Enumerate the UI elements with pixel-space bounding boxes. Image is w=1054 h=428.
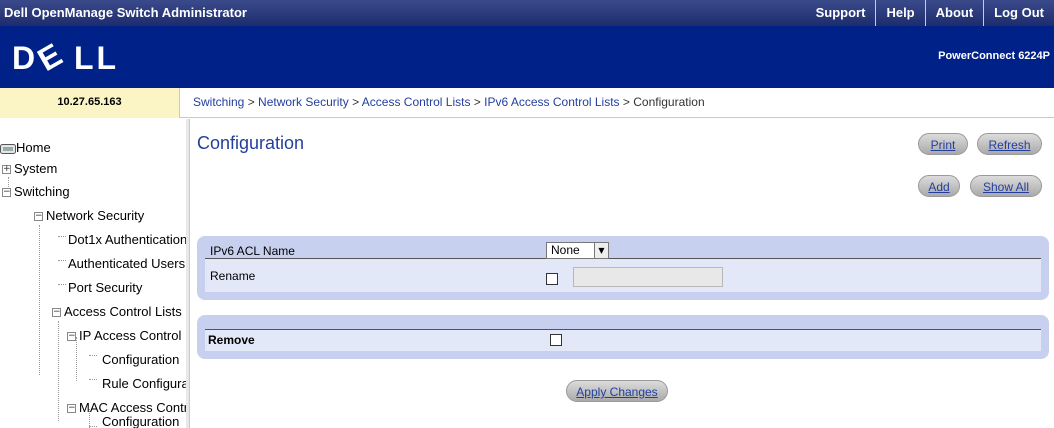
navigation-tree: Home + System − Switching − Network Securit… bbox=[0, 119, 190, 428]
device-model: PowerConnect 6224P bbox=[938, 50, 1050, 62]
breadcrumb: Switching > Network Security > Access Co… bbox=[193, 95, 705, 109]
acl-name-select[interactable]: None ▼ bbox=[546, 242, 609, 259]
nav-mac-acl-configuration-label: Configuration bbox=[102, 414, 180, 428]
help-link[interactable]: Help bbox=[875, 0, 924, 26]
remove-checkbox[interactable] bbox=[550, 334, 562, 346]
nav-switching-label: Switching bbox=[14, 184, 70, 199]
remove-body bbox=[205, 329, 1041, 351]
support-link[interactable]: Support bbox=[806, 0, 876, 26]
nav-ip-acl-configuration-label: Configuration bbox=[102, 352, 180, 367]
rename-input[interactable] bbox=[573, 267, 723, 287]
tree-connector bbox=[39, 225, 40, 375]
nav-port-security-label: Port Security bbox=[68, 280, 143, 295]
nav-ip-acl-label: IP Access Control Lists bbox=[79, 328, 189, 343]
nav-ip-acl-configuration[interactable]: Configuration bbox=[102, 350, 179, 370]
print-button[interactable]: Print bbox=[918, 133, 968, 155]
home-icon bbox=[0, 143, 16, 154]
nav-mac-acl-configuration[interactable]: Configuration bbox=[102, 412, 179, 428]
collapse-icon[interactable]: − bbox=[34, 212, 43, 222]
about-link[interactable]: About bbox=[924, 0, 984, 26]
tree-connector bbox=[89, 379, 97, 380]
nav-network-security[interactable]: − Network Security bbox=[34, 206, 144, 226]
nav-port-security[interactable]: Port Security bbox=[68, 278, 142, 298]
nav-authenticated-users-label: Authenticated Users bbox=[68, 256, 186, 271]
breadcrumb-separator: > bbox=[619, 95, 634, 109]
breadcrumb-ipv6-acl[interactable]: IPv6 Access Control Lists bbox=[484, 95, 619, 109]
top-bar: Dell OpenManage Switch Administrator Sup… bbox=[0, 0, 1054, 26]
tree-connector bbox=[58, 321, 59, 421]
remove-label: Remove bbox=[208, 333, 255, 347]
tree-connector bbox=[89, 355, 97, 356]
breadcrumb-current: Configuration bbox=[633, 95, 705, 109]
nav-authenticated-users[interactable]: Authenticated Users bbox=[68, 254, 185, 274]
nav-system[interactable]: + System bbox=[2, 159, 57, 179]
nav-acl-label: Access Control Lists bbox=[64, 304, 182, 319]
main-content: Configuration Print Refresh Add Show All… bbox=[190, 119, 1054, 428]
chevron-down-icon[interactable]: ▼ bbox=[594, 243, 608, 258]
tree-connector bbox=[58, 284, 66, 285]
nav-dot1x-label: Dot1x Authentication bbox=[68, 232, 188, 247]
nav-home-label: Home bbox=[16, 140, 51, 155]
tree-connector bbox=[89, 426, 97, 427]
nav-network-security-label: Network Security bbox=[46, 208, 145, 223]
nav-dot1x-authentication[interactable]: Dot1x Authentication bbox=[68, 230, 187, 250]
tree-connector bbox=[58, 236, 66, 237]
brand-banner: D E LL PowerConnect 6224P bbox=[0, 26, 1054, 88]
breadcrumb-separator: > bbox=[348, 95, 362, 109]
breadcrumb-separator: > bbox=[470, 95, 485, 109]
subheader: 10.27.65.163 Switching > Network Securit… bbox=[0, 88, 1054, 118]
nav-system-label: System bbox=[14, 161, 58, 176]
page-title: Configuration bbox=[197, 133, 305, 153]
breadcrumb-access-control-lists[interactable]: Access Control Lists bbox=[362, 95, 471, 109]
collapse-icon[interactable]: − bbox=[67, 332, 76, 342]
collapse-icon[interactable]: − bbox=[2, 188, 11, 198]
top-links: Support Help About Log Out bbox=[806, 0, 1054, 26]
show-all-button[interactable]: Show All bbox=[970, 175, 1042, 197]
tree-connector bbox=[58, 260, 66, 261]
nav-switching[interactable]: − Switching bbox=[2, 182, 70, 202]
acl-name-label: IPv6 ACL Name bbox=[210, 244, 295, 258]
breadcrumb-network-security[interactable]: Network Security bbox=[258, 95, 349, 109]
remove-panel bbox=[197, 315, 1049, 359]
breadcrumb-switching[interactable]: Switching bbox=[193, 95, 244, 109]
nav-ip-acl-rule-configuration[interactable]: Rule Configuration bbox=[102, 374, 189, 394]
collapse-icon[interactable]: − bbox=[52, 308, 61, 318]
breadcrumb-separator: > bbox=[244, 95, 259, 109]
dell-logo: D E LL bbox=[12, 41, 119, 73]
app-title: Dell OpenManage Switch Administrator bbox=[4, 5, 247, 20]
expand-icon[interactable]: + bbox=[2, 165, 11, 175]
collapse-icon[interactable]: − bbox=[67, 404, 76, 414]
add-button[interactable]: Add bbox=[918, 175, 960, 197]
refresh-button[interactable]: Refresh bbox=[977, 133, 1042, 155]
apply-changes-button[interactable]: Apply Changes bbox=[566, 380, 668, 402]
rename-label: Rename bbox=[210, 269, 256, 283]
rename-checkbox[interactable] bbox=[546, 273, 558, 285]
nav-ip-access-control-lists[interactable]: −IP Access Control Lists bbox=[67, 326, 189, 346]
log-out-link[interactable]: Log Out bbox=[983, 0, 1054, 26]
acl-name-selected-value: None bbox=[551, 243, 580, 257]
device-ip: 10.27.65.163 bbox=[0, 88, 180, 118]
svg-text:LL: LL bbox=[74, 41, 119, 73]
nav-home[interactable]: Home bbox=[0, 138, 51, 158]
nav-rule-configuration-label: Rule Configuration bbox=[102, 376, 189, 391]
nav-access-control-lists[interactable]: − Access Control Lists bbox=[52, 302, 182, 322]
